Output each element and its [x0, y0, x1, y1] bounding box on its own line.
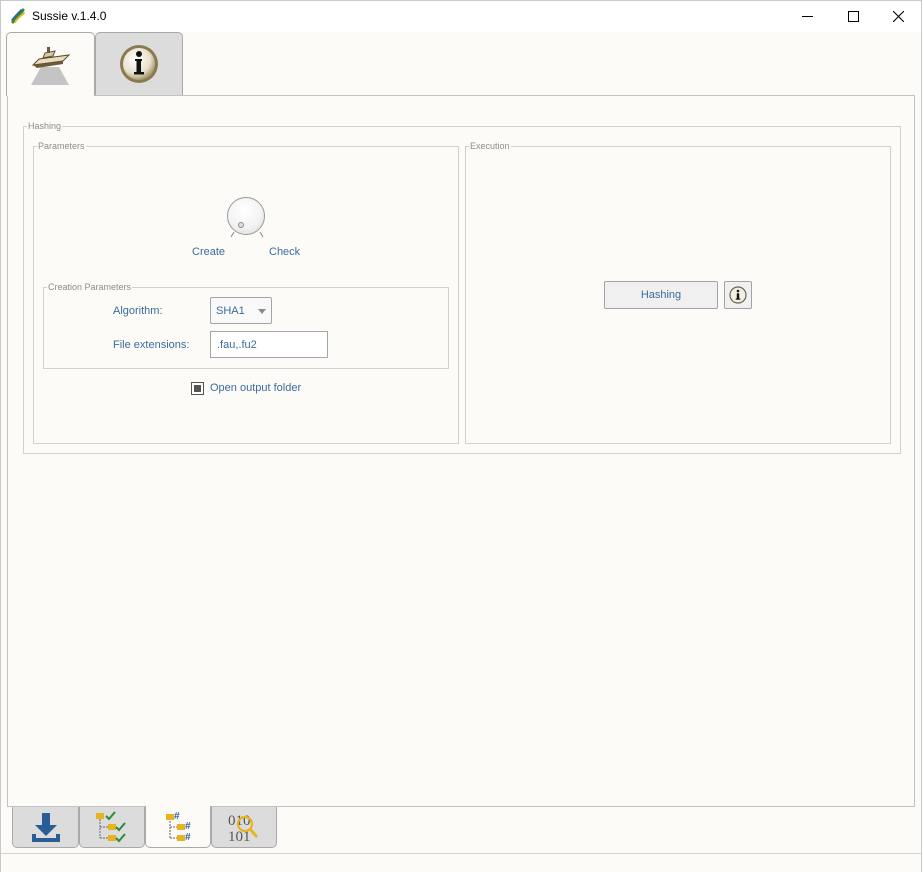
file-extensions-label: File extensions: — [113, 339, 190, 351]
file-extensions-field[interactable] — [210, 331, 328, 358]
creation-parameters-title: Creation Parameters — [47, 281, 133, 293]
minimize-icon — [801, 16, 813, 17]
hashing-info-button[interactable] — [724, 281, 752, 309]
tree-check-icon — [96, 811, 126, 843]
tab-hashing-tools[interactable] — [6, 32, 95, 96]
execution-group: Execution Hashing — [465, 140, 891, 444]
hashing-panel: Hashing Parameters Create Check Creation… — [7, 95, 915, 807]
info-icon — [729, 286, 747, 304]
tab-about[interactable] — [95, 32, 183, 95]
open-output-checkbox[interactable] — [191, 382, 204, 395]
svg-text:#: # — [185, 821, 191, 832]
tab-download[interactable] — [12, 807, 79, 848]
app-window: Sussie v.1.4.0 Hashing Parameters Create… — [0, 0, 922, 872]
algorithm-select[interactable]: SHA1 — [210, 297, 272, 324]
parameters-group-title: Parameters — [37, 140, 86, 152]
algorithm-label: Algorithm: — [113, 305, 163, 317]
dial-ticks-icon — [230, 231, 264, 238]
minimize-button[interactable] — [784, 1, 830, 32]
info-icon — [120, 45, 158, 83]
tree-hash-icon: # # # — [166, 811, 191, 843]
mode-create-label[interactable]: Create — [192, 246, 225, 258]
hashing-run-button[interactable]: Hashing — [604, 281, 718, 309]
download-icon — [31, 813, 60, 842]
close-button[interactable] — [875, 1, 921, 32]
parameters-group: Parameters Create Check Creation Paramet… — [33, 140, 459, 444]
close-icon — [892, 11, 904, 22]
title-bar[interactable]: Sussie v.1.4.0 — [1, 1, 921, 32]
chevron-down-icon — [258, 309, 266, 314]
sussie-logo-icon — [11, 8, 25, 24]
checkbox-checked-mark — [194, 385, 201, 392]
maximize-icon — [847, 11, 859, 22]
hashing-run-label: Hashing — [640, 289, 682, 301]
open-output-label[interactable]: Open output folder — [210, 382, 301, 394]
window-title: Sussie v.1.4.0 — [32, 9, 107, 23]
mode-check-label[interactable]: Check — [269, 246, 300, 258]
svg-text:#: # — [185, 832, 191, 843]
tab-binary-search[interactable]: 010 101 — [211, 807, 277, 848]
tab-hashing[interactable]: # # # — [145, 806, 211, 848]
binary-search-icon: 010 101 — [228, 813, 258, 844]
status-bar — [1, 853, 921, 872]
hashing-group: Hashing Parameters Create Check Creation… — [23, 120, 901, 454]
hashing-group-title: Hashing — [27, 120, 63, 132]
ship-icon — [30, 46, 70, 85]
svg-text:#: # — [174, 811, 180, 822]
dial-indicator — [238, 222, 244, 228]
file-extensions-input[interactable] — [211, 332, 327, 357]
creation-parameters-group: Creation Parameters Algorithm: SHA1 File… — [43, 281, 449, 369]
execution-group-title: Execution — [469, 140, 511, 152]
tab-verify[interactable] — [79, 807, 145, 848]
maximize-button[interactable] — [830, 1, 876, 32]
algorithm-value: SHA1 — [216, 305, 245, 317]
